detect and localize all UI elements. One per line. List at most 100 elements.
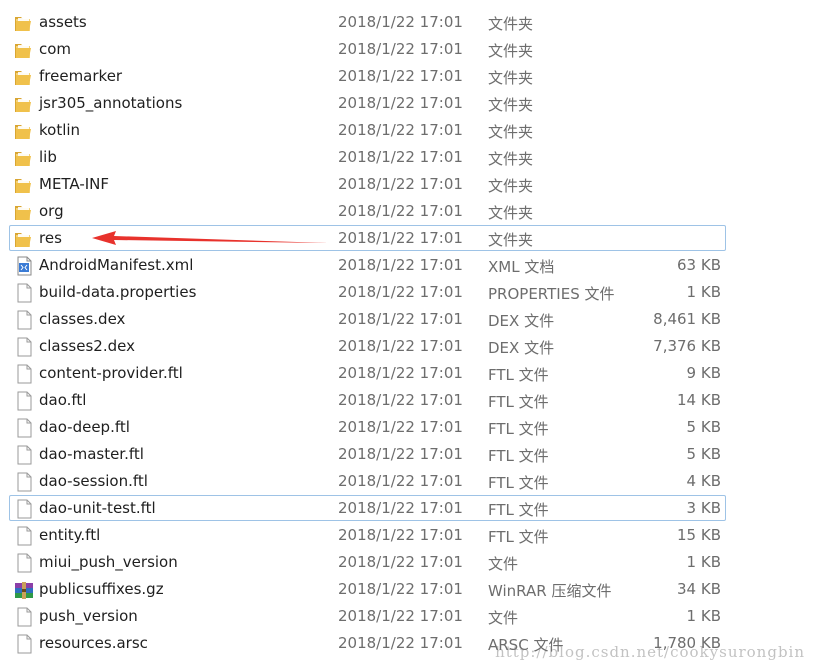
file-type: 文件 (488, 555, 519, 573)
file-type: 文件夹 (488, 15, 534, 33)
xml-file-icon (13, 256, 35, 276)
file-date: 2018/1/22 17:01 (338, 256, 463, 274)
file-row-dao-deep-ftl[interactable]: dao-deep.ftl 2018/1/22 17:01 FTL 文件 5 KB (0, 414, 817, 441)
file-name: com (39, 40, 72, 58)
file-row-entity-ftl[interactable]: entity.ftl 2018/1/22 17:01 FTL 文件 15 KB (0, 522, 817, 549)
file-date: 2018/1/22 17:01 (338, 472, 463, 490)
file-date: 2018/1/22 17:01 (338, 445, 463, 463)
file-type: 文件夹 (488, 69, 534, 87)
file-size: 14 KB (677, 391, 721, 409)
file-size: 34 KB (677, 580, 721, 598)
file-name: freemarker (39, 67, 123, 85)
file-type: XML 文档 (488, 258, 555, 276)
file-size: 5 KB (686, 418, 721, 436)
file-name: classes.dex (39, 310, 126, 328)
file-row-dao-unit-test-ftl[interactable]: dao-unit-test.ftl 2018/1/22 17:01 FTL 文件 3 … (0, 495, 817, 522)
file-row-dao-ftl[interactable]: dao.ftl 2018/1/22 17:01 FTL 文件 14 KB (0, 387, 817, 414)
file-name: assets (39, 13, 87, 31)
file-name: dao-master.ftl (39, 445, 144, 463)
file-row-meta-inf[interactable]: META-INF 2018/1/22 17:01 文件夹 (0, 171, 817, 198)
file-type: 文件夹 (488, 204, 534, 222)
file-name: classes2.dex (39, 337, 135, 355)
file-size: 1 KB (686, 553, 721, 571)
file-name: org (39, 202, 64, 220)
file-size: 5 KB (686, 445, 721, 463)
file-date: 2018/1/22 17:01 (338, 229, 463, 247)
file-type: DEX 文件 (488, 339, 555, 357)
file-date: 2018/1/22 17:01 (338, 391, 463, 409)
file-date: 2018/1/22 17:01 (338, 364, 463, 382)
file-date: 2018/1/22 17:01 (338, 580, 463, 598)
file-icon (13, 634, 35, 654)
file-name: AndroidManifest.xml (39, 256, 194, 274)
file-type: 文件夹 (488, 177, 534, 195)
file-row-org[interactable]: org 2018/1/22 17:01 文件夹 (0, 198, 817, 225)
file-icon (13, 553, 35, 573)
file-date: 2018/1/22 17:01 (338, 40, 463, 58)
file-type: FTL 文件 (488, 393, 549, 411)
file-name: dao-unit-test.ftl (39, 499, 156, 517)
file-icon (13, 337, 35, 357)
file-icon (13, 526, 35, 546)
file-name: resources.arsc (39, 634, 148, 652)
file-row-dao-master-ftl[interactable]: dao-master.ftl 2018/1/22 17:01 FTL 文件 5 KB (0, 441, 817, 468)
file-icon (13, 472, 35, 492)
folder-icon (13, 202, 35, 222)
file-type: WinRAR 压缩文件 (488, 582, 612, 600)
file-row-kotlin[interactable]: kotlin 2018/1/22 17:01 文件夹 (0, 117, 817, 144)
file-row-assets[interactable]: assets 2018/1/22 17:01 文件夹 (0, 9, 817, 36)
file-name: build-data.properties (39, 283, 197, 301)
file-date: 2018/1/22 17:01 (338, 202, 463, 220)
file-row-lib[interactable]: lib 2018/1/22 17:01 文件夹 (0, 144, 817, 171)
file-type: FTL 文件 (488, 528, 549, 546)
file-icon (13, 310, 35, 330)
file-date: 2018/1/22 17:01 (338, 310, 463, 328)
file-list: assets 2018/1/22 17:01 文件夹 com 2018/1/22 17:… (0, 9, 817, 657)
file-size: 8,461 KB (653, 310, 721, 328)
file-name: res (39, 229, 62, 247)
file-row-freemarker[interactable]: freemarker 2018/1/22 17:01 文件夹 (0, 63, 817, 90)
file-row-androidmanifest-xml[interactable]: AndroidManifest.xml 2018/1/22 17:01 XML 文档… (0, 252, 817, 279)
file-type: FTL 文件 (488, 420, 549, 438)
file-date: 2018/1/22 17:01 (338, 148, 463, 166)
file-name: dao-deep.ftl (39, 418, 130, 436)
file-row-miui-push-version[interactable]: miui_push_version 2018/1/22 17:01 文件 1 KB (0, 549, 817, 576)
folder-icon (13, 94, 35, 114)
file-date: 2018/1/22 17:01 (338, 553, 463, 571)
file-name: dao-session.ftl (39, 472, 148, 490)
file-row-classes-dex[interactable]: classes.dex 2018/1/22 17:01 DEX 文件 8,461 KB (0, 306, 817, 333)
file-row-publicsuffixes-gz[interactable]: publicsuffixes.gz 2018/1/22 17:01 WinRAR 压… (0, 576, 817, 603)
watermark: http://blog.csdn.net/cookysurongbin (495, 643, 805, 661)
file-type: DEX 文件 (488, 312, 555, 330)
file-date: 2018/1/22 17:01 (338, 499, 463, 517)
file-size: 7,376 KB (653, 337, 721, 355)
file-size: 4 KB (686, 472, 721, 490)
file-name: META-INF (39, 175, 110, 193)
winrar-archive-icon (13, 580, 35, 600)
file-row-jsr305-annotations[interactable]: jsr305_annotations 2018/1/22 17:01 文件夹 (0, 90, 817, 117)
file-date: 2018/1/22 17:01 (338, 121, 463, 139)
file-icon (13, 499, 35, 519)
file-icon (13, 607, 35, 627)
file-type: 文件 (488, 609, 519, 627)
file-date: 2018/1/22 17:01 (338, 337, 463, 355)
file-size: 15 KB (677, 526, 721, 544)
file-date: 2018/1/22 17:01 (338, 94, 463, 112)
file-type: 文件夹 (488, 150, 534, 168)
file-name: lib (39, 148, 57, 166)
file-row-content-provider-ftl[interactable]: content-provider.ftl 2018/1/22 17:01 FTL 文… (0, 360, 817, 387)
file-size: 63 KB (677, 256, 721, 274)
file-row-push-version[interactable]: push_version 2018/1/22 17:01 文件 1 KB (0, 603, 817, 630)
file-icon (13, 364, 35, 384)
file-row-build-data-properties[interactable]: build-data.properties 2018/1/22 17:01 PROP… (0, 279, 817, 306)
folder-icon (13, 67, 35, 87)
file-row-dao-session-ftl[interactable]: dao-session.ftl 2018/1/22 17:01 FTL 文件 4 KB (0, 468, 817, 495)
file-name: content-provider.ftl (39, 364, 183, 382)
file-size: 9 KB (686, 364, 721, 382)
file-name: miui_push_version (39, 553, 178, 571)
file-row-com[interactable]: com 2018/1/22 17:01 文件夹 (0, 36, 817, 63)
file-type: FTL 文件 (488, 447, 549, 465)
file-name: dao.ftl (39, 391, 87, 409)
file-row-classes2-dex[interactable]: classes2.dex 2018/1/22 17:01 DEX 文件 7,376 K… (0, 333, 817, 360)
file-row-res[interactable]: res 2018/1/22 17:01 文件夹 (0, 225, 817, 252)
